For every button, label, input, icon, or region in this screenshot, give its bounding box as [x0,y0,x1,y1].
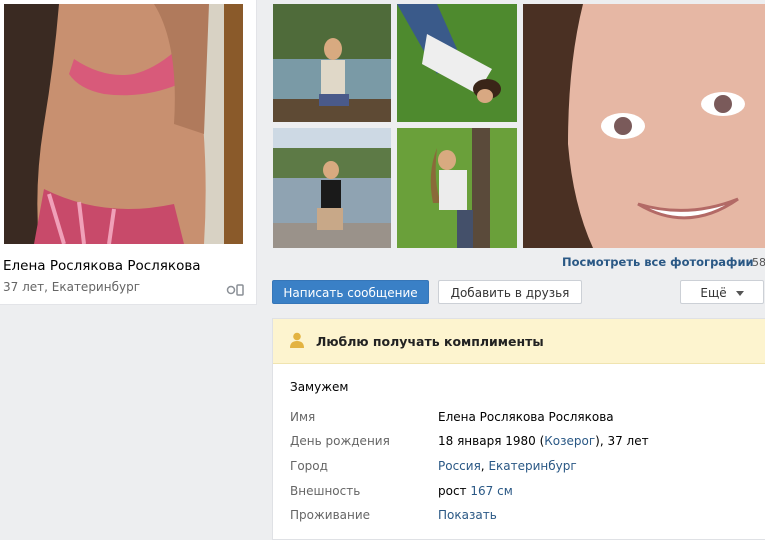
city-label: Город [290,459,328,473]
birthday-date: 18 января 1980 [438,434,536,448]
photo-grid [273,4,765,248]
birthday-value: 18 января 1980 (Козерог), 37 лет [438,434,649,448]
profile-name: Елена Рослякова Рослякова [3,258,201,274]
appearance-value: рост 167 см [438,484,513,498]
more-label: Ещё [700,286,727,300]
photo-thumb[interactable] [397,4,517,122]
age-value: 37 лет [607,434,649,448]
city-value: Россия, Екатеринбург [438,459,577,473]
photo-thumb[interactable] [523,4,765,248]
profile-main-photo[interactable] [4,4,243,244]
show-residence-link[interactable]: Показать [438,508,497,522]
info-panel: Люблю получать комплименты Замужем Имя Е… [272,318,765,540]
compliments-text: Люблю получать комплименты [316,334,544,349]
photo-count: 58 [752,256,765,269]
zodiac-link[interactable]: Козерог [544,434,595,448]
profile-meta: 37 лет, Екатеринбург [3,280,140,294]
more-button[interactable]: Ещё [680,280,764,304]
marital-status: Замужем [290,380,349,394]
add-friend-button[interactable]: Добавить в друзья [438,280,582,304]
height-prefix: рост [438,484,467,498]
name-label: Имя [290,410,316,424]
profile-card: Елена Рослякова Рослякова 37 лет, Екатер… [0,0,257,305]
online-mobile-icon [226,281,246,296]
photo-thumb[interactable] [273,128,391,248]
residence-label: Проживание [290,508,371,522]
photo-thumb[interactable] [273,4,391,122]
city-link[interactable]: Екатеринбург [488,459,576,473]
photo-thumb[interactable] [397,128,517,248]
all-photos-link[interactable]: Посмотреть все фотографии [562,255,754,269]
send-message-button[interactable]: Написать сообщение [272,280,429,304]
country-link[interactable]: Россия [438,459,481,473]
user-icon [290,332,304,348]
appearance-label: Внешность [290,484,361,498]
compliments-banner: Люблю получать комплименты [273,319,765,364]
name-value: Елена Рослякова Рослякова [438,410,614,424]
chevron-down-icon [735,291,744,296]
birthday-label: День рождения [290,434,390,448]
height-link[interactable]: 167 см [470,484,512,498]
